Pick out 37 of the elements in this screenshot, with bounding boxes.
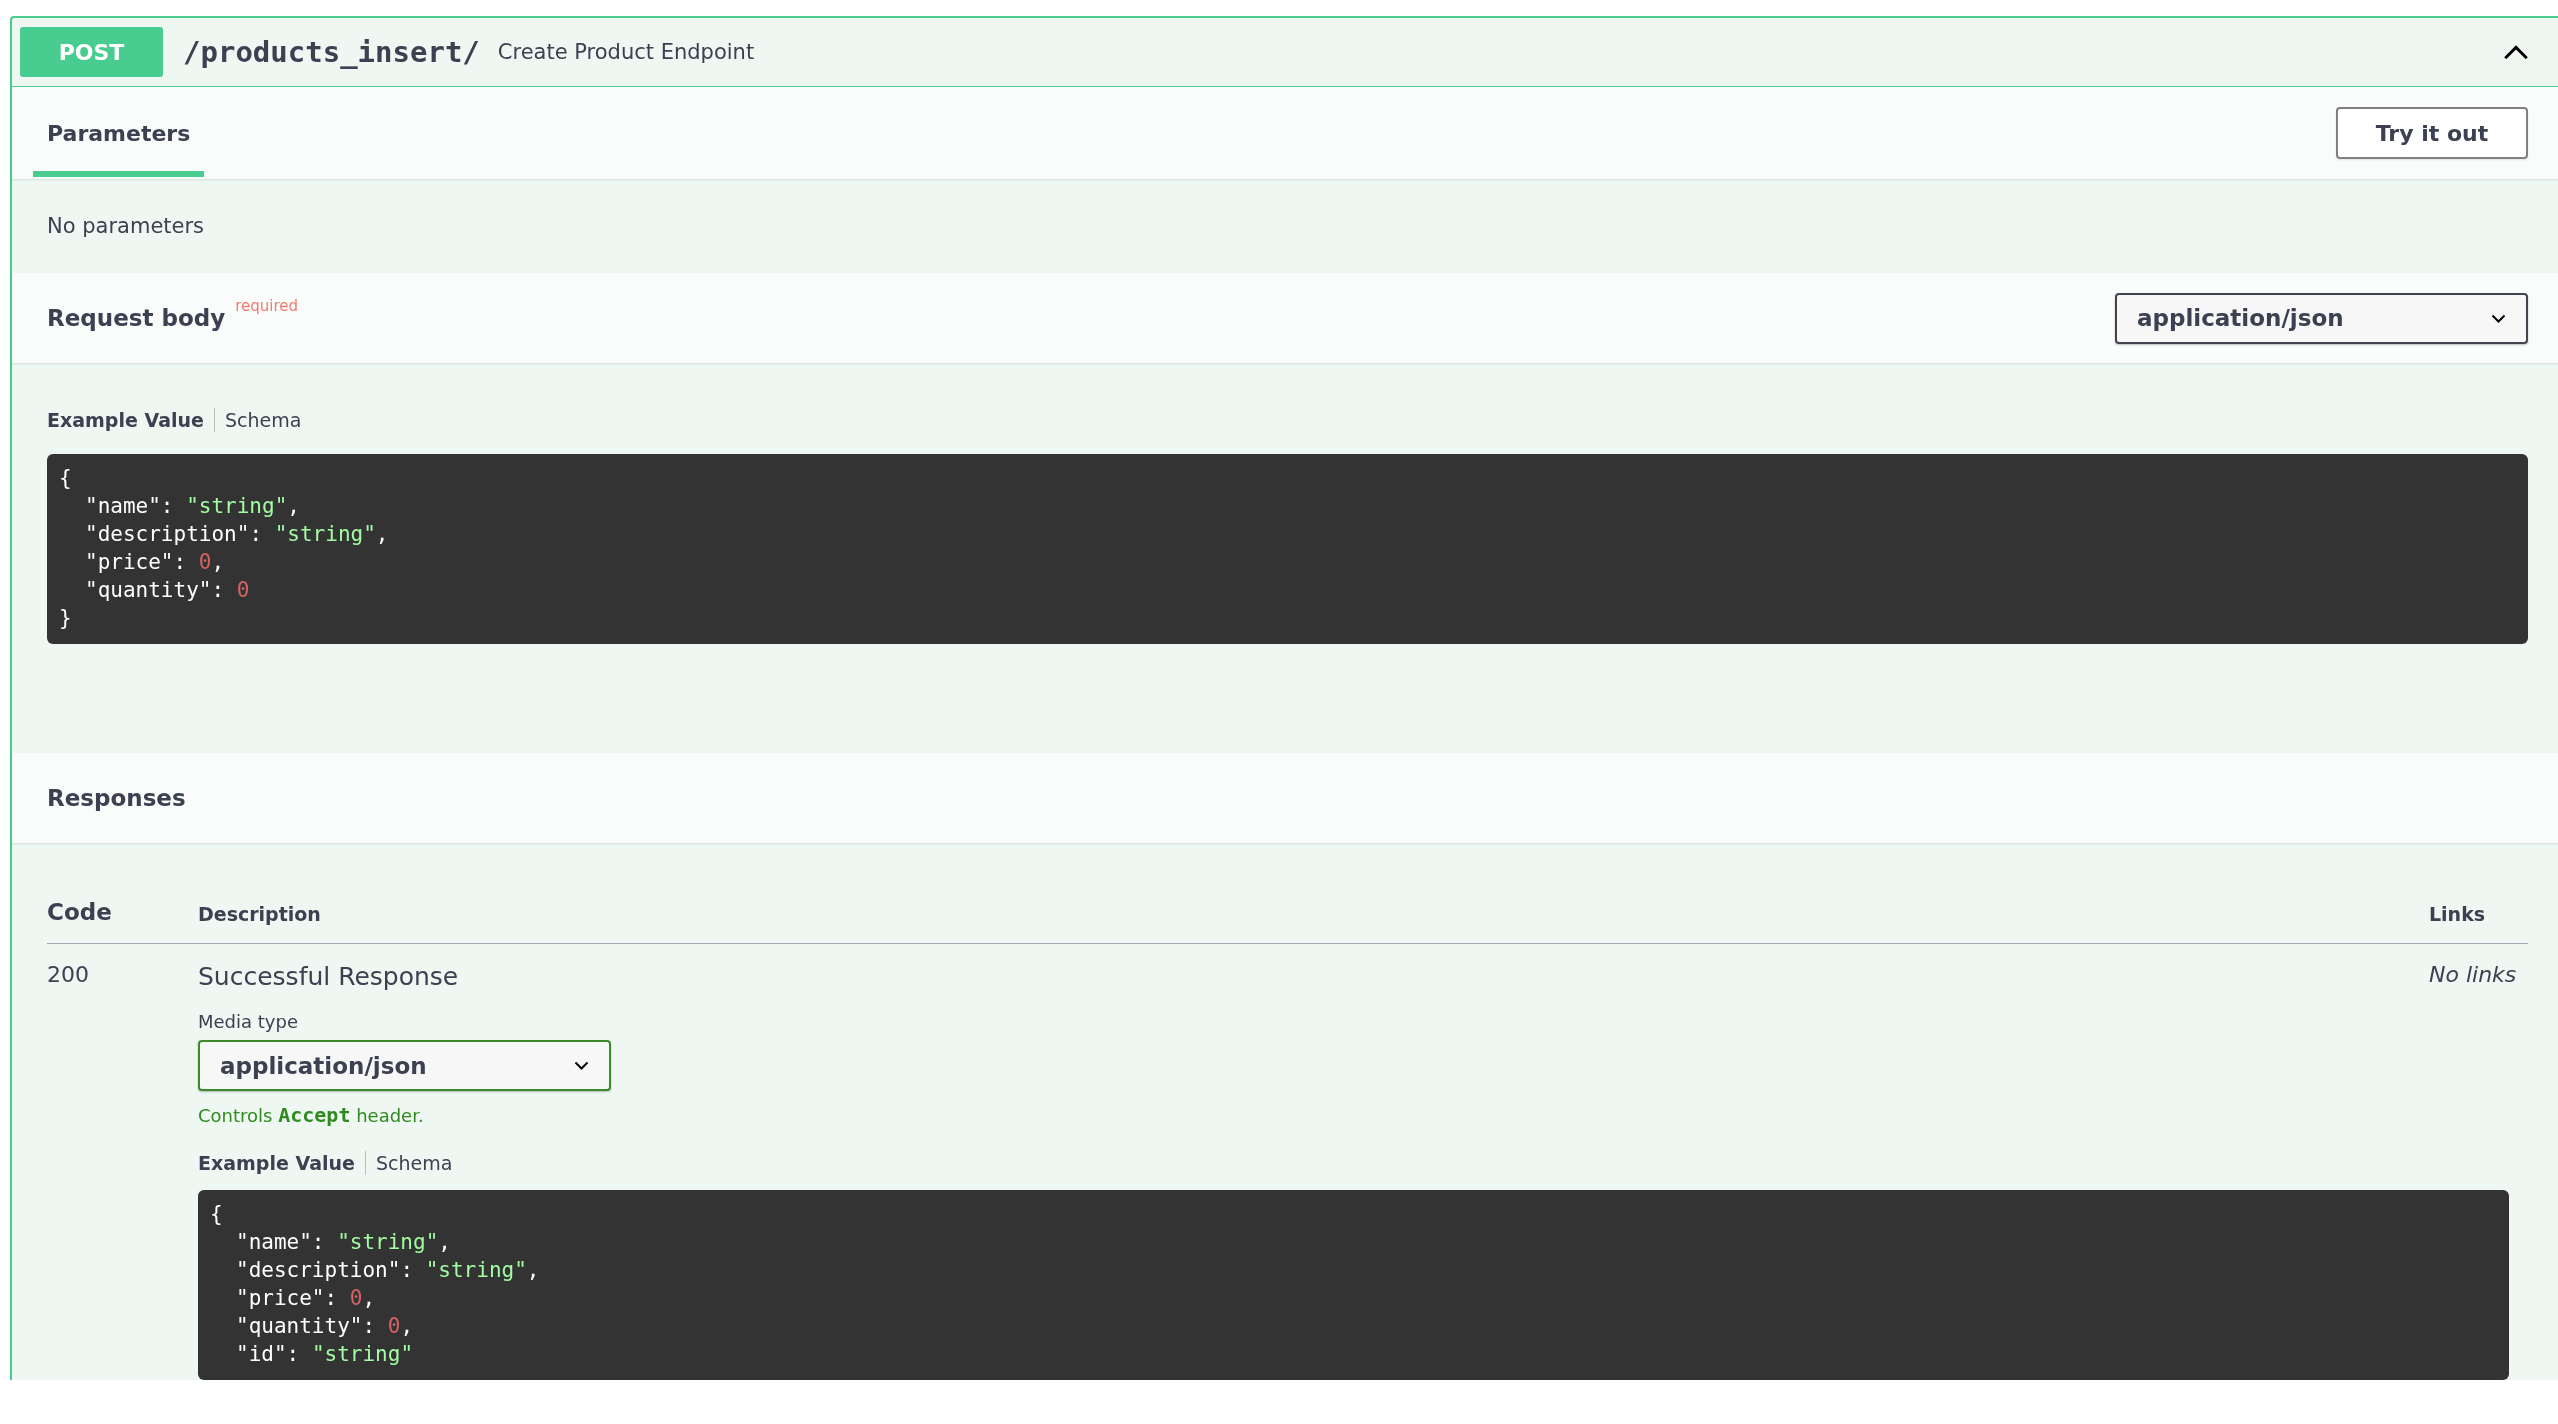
column-header: Links [2429,903,2487,925]
code-line: "id": "string" [236,1341,414,1368]
code-line: "name": "string", [236,1229,451,1256]
response-code: 200 [47,962,89,987]
media-type-label: Media type [198,1011,298,1032]
method-badge: POST [20,27,163,77]
media-type-select[interactable]: application/json [2115,292,2528,344]
code-line: "name": "string", [85,493,300,520]
example-tab[interactable]: Schema [365,1151,463,1175]
code-line: "quantity": 0 [85,577,250,604]
section-tab[interactable]: Parameters [33,87,205,179]
column-header: Description [198,903,322,925]
media-type-select[interactable]: application/json [198,1040,611,1091]
responses-title: Responses [47,785,186,811]
code-line: } [59,605,72,632]
code-line: { [59,465,72,492]
example-tab[interactable]: Example Value [198,1151,365,1175]
code-line: "description": "string", [85,521,389,548]
no-links-text: No links [2429,962,2517,987]
code-line: "description": "string", [236,1257,540,1284]
chevron-down-icon [2491,313,2506,323]
example-tab[interactable]: Example Value [47,408,214,432]
try-it-out-button[interactable]: Try it out [2336,107,2528,159]
code-line: "quantity": 0, [236,1313,414,1340]
code-line: { [210,1201,223,1228]
column-header: Code [47,899,113,925]
no-parameters-text: No parameters [47,214,205,238]
hint-text: Controls Accept header. [198,1105,424,1126]
code-line: "price": 0, [85,549,225,576]
required-label: required [235,297,299,315]
code-line: "price": 0, [236,1285,376,1312]
endpoint-summary: Create Product Endpoint [497,40,756,64]
chevron-down-icon [574,1061,589,1070]
response-description: Successful Response [198,962,459,991]
example-tab[interactable]: Schema [214,408,312,432]
request-body-title: Request body [47,305,226,331]
endpoint-path: /products_insert/ [183,35,480,69]
